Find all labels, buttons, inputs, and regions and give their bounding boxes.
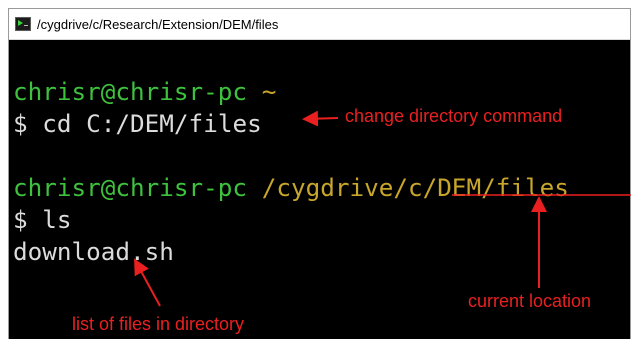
cd-annotation: change directory command	[345, 106, 563, 126]
cd-arrow	[302, 110, 339, 127]
location-annotation: current location	[468, 291, 592, 311]
annotation-arrows	[134, 110, 631, 307]
ls-arrow	[134, 258, 161, 307]
ls-annotation: list of files in directory	[72, 314, 245, 334]
